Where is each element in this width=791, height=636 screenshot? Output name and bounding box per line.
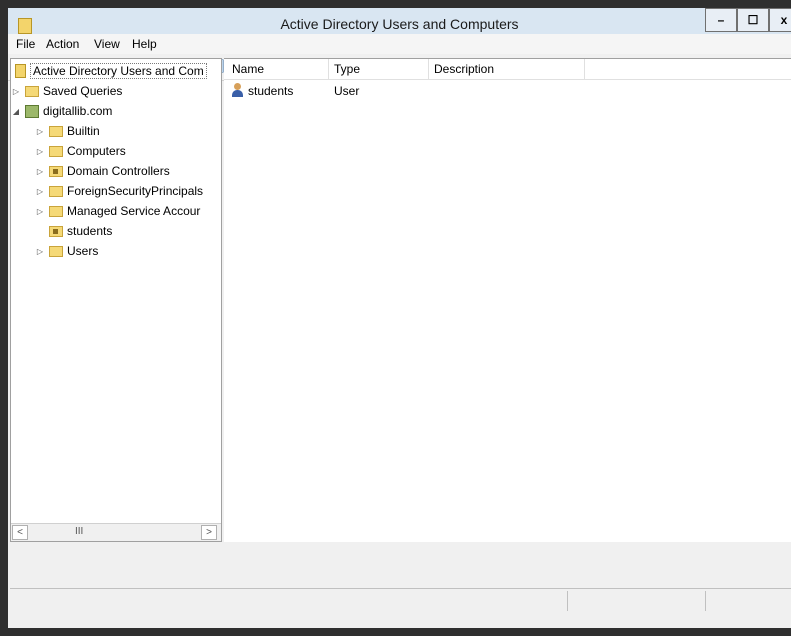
tree-item-computers[interactable]: ▷ Computers [35,141,126,161]
list-item-type: User [334,84,360,98]
column-divider[interactable] [328,59,329,79]
expand-arrow-icon[interactable]: ▷ [35,127,45,136]
scroll-right-button[interactable]: > [201,525,217,540]
column-header-type[interactable]: Type [334,62,360,76]
expand-arrow-icon[interactable]: ▷ [35,247,45,256]
console-tree-pane: Active Directory Users and Com ▷ Saved Q… [10,58,222,542]
content-area: Active Directory Users and Com ▷ Saved Q… [10,58,791,542]
minimize-button[interactable]: – [705,8,737,32]
tree-item-domain-controllers[interactable]: ▷ Domain Controllers [35,161,170,181]
list-item-name: students [248,84,294,98]
folder-icon [49,185,63,197]
tree-item-label: digitallib.com [43,104,113,118]
scroll-left-button[interactable]: < [12,525,28,540]
status-divider [567,591,568,611]
close-button[interactable]: x [769,8,791,32]
tree-root[interactable]: Active Directory Users and Com [11,61,207,81]
tree-item-domain[interactable]: ◢ digitallib.com [11,101,112,121]
folder-icon [49,205,63,217]
expand-arrow-icon[interactable]: ▷ [35,187,45,196]
column-divider[interactable] [428,59,429,79]
tree-item-label: Users [67,244,99,258]
tree-item-label: Saved Queries [43,84,123,98]
menu-view[interactable]: View [94,37,120,51]
user-icon [232,83,243,97]
scroll-thumb[interactable]: III [75,526,83,537]
tree-item-label: ForeignSecurityPrincipals [67,184,204,198]
tree-item-label: Computers [67,144,126,158]
main-window: Active Directory Users and Computers – ☐… [0,0,791,636]
tree-item-label: Builtin [67,124,100,138]
column-header-row: Name Type Description [224,59,791,80]
domain-icon [25,104,39,118]
collapse-arrow-icon[interactable]: ◢ [11,107,21,116]
tree-root-label: Active Directory Users and Com [30,63,207,79]
expand-arrow-icon[interactable]: ▷ [35,147,45,156]
tree-horizontal-scrollbar[interactable]: < III > [11,523,221,541]
ou-folder-icon [49,165,63,177]
status-bar [10,588,791,613]
tree-item-builtin[interactable]: ▷ Builtin [35,121,100,141]
folder-icon [49,245,63,257]
expand-arrow-icon[interactable]: ▷ [35,167,45,176]
folder-icon [49,125,63,137]
column-divider[interactable] [584,59,585,79]
menu-action[interactable]: Action [46,37,79,51]
window-title: Active Directory Users and Computers [280,16,519,32]
list-item[interactable]: students User [224,81,791,101]
tree-item-saved-queries[interactable]: ▷ Saved Queries [11,81,122,101]
status-divider [705,591,706,611]
expand-arrow-icon[interactable]: ▷ [35,207,45,216]
menu-file[interactable]: File [16,37,35,51]
tree-item-managed-service-accounts[interactable]: ▷ Managed Service Accour [35,201,200,221]
menu-help[interactable]: Help [132,37,157,51]
tree-item-users[interactable]: ▷ Users [35,241,98,261]
expand-arrow-icon[interactable]: ▷ [11,87,21,96]
maximize-button[interactable]: ☐ [737,8,769,32]
ou-folder-icon [49,225,63,237]
tree-item-label: students [67,224,113,238]
menu-bar: File Action View Help [8,34,791,54]
tree-item-label: Managed Service Accour [67,204,201,218]
snapin-icon [15,64,26,78]
tree-item-foreign-security-principals[interactable]: ▷ ForeignSecurityPrincipals [35,181,203,201]
column-header-description[interactable]: Description [434,62,494,76]
details-pane: Name Type Description students User [224,58,791,542]
folder-icon [25,85,39,97]
folder-icon [49,145,63,157]
column-header-name[interactable]: Name [232,62,264,76]
tree-item-label: Domain Controllers [67,164,170,178]
tree-item-students[interactable]: students [45,221,113,241]
